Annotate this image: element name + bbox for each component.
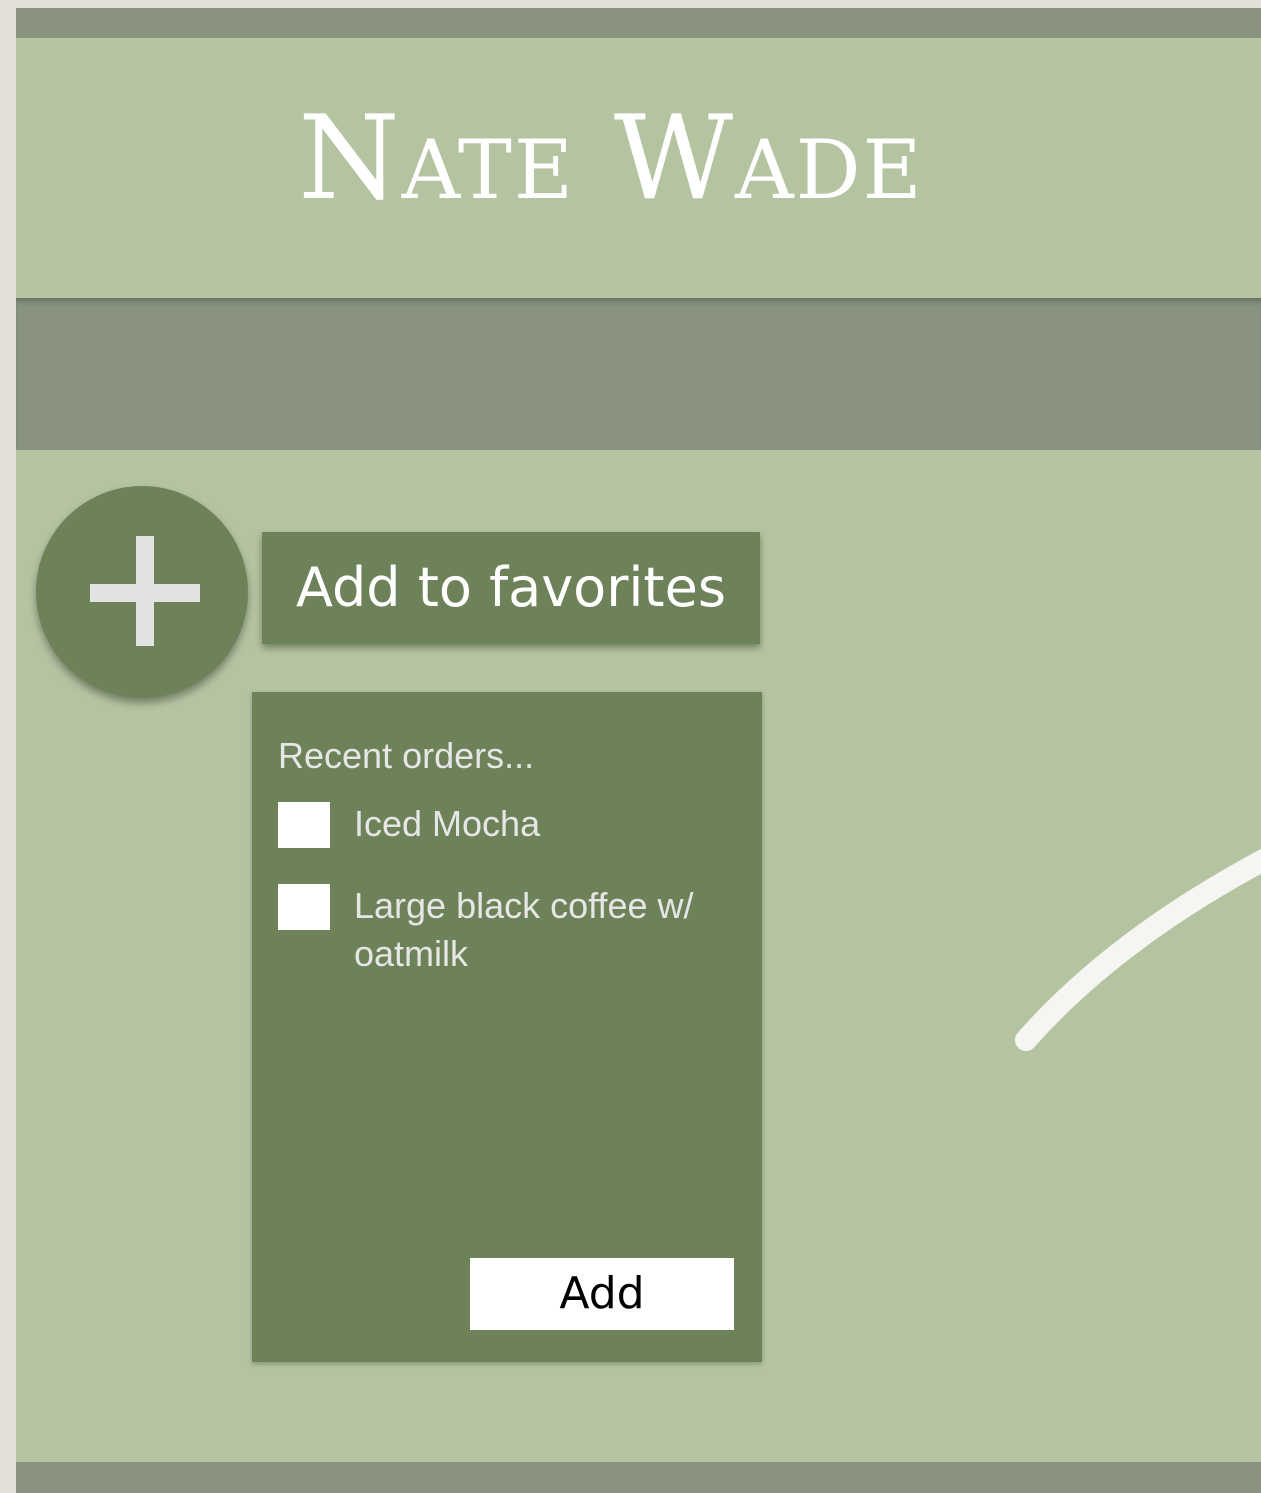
- order-checkbox[interactable]: [278, 884, 330, 930]
- app-window: Nate Wade Add to favorites Recent orders…: [16, 8, 1261, 1493]
- recent-orders-title: Recent orders...: [278, 735, 535, 776]
- order-checkbox[interactable]: [278, 802, 330, 848]
- brand-title: Nate Wade: [298, 91, 924, 226]
- recent-orders-panel: Recent orders... Iced Mocha Large black …: [252, 692, 762, 1362]
- nav-bar: [16, 298, 1261, 450]
- add-to-favorites-label[interactable]: Add to favorites: [262, 532, 760, 644]
- decorative-curve: [1015, 848, 1261, 1051]
- header: Nate Wade: [16, 38, 1261, 298]
- bottom-strip: [16, 1462, 1261, 1493]
- top-strip: [16, 8, 1261, 38]
- add-favorite-button[interactable]: [36, 486, 248, 698]
- add-button[interactable]: Add: [470, 1258, 734, 1330]
- order-label: Iced Mocha: [354, 803, 541, 844]
- order-label: Large black coffee w/ oatmilk: [354, 885, 694, 974]
